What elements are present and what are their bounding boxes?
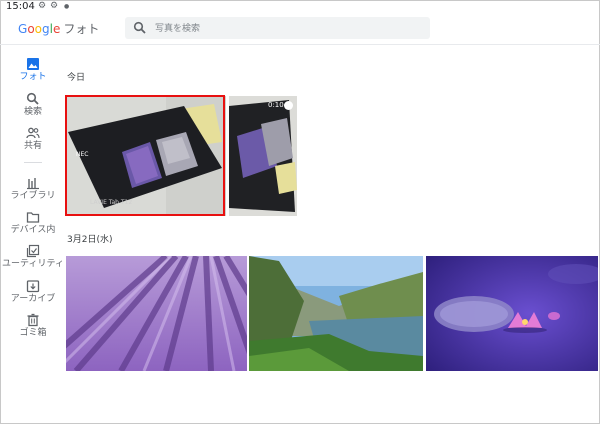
gear-icon: ⚙ — [50, 1, 59, 11]
sidebar-item-label: フォト — [19, 72, 47, 82]
sidebar-item-label: ゴミ箱 — [19, 328, 47, 338]
sidebar-item-archive[interactable]: アーカイブ — [0, 279, 66, 305]
video-duration: 0:10 — [268, 101, 284, 109]
photo-thumbnail[interactable]: NEC LAVIE Tab T12 — [66, 96, 226, 216]
logo-letter: o — [34, 22, 42, 36]
search-icon — [26, 92, 39, 105]
search-placeholder: 写真を検索 — [155, 24, 201, 34]
sidebar-item-library[interactable]: ライブラリ — [0, 176, 66, 202]
sidebar-item-label: 検索 — [23, 107, 42, 117]
logo-letter: g — [42, 22, 50, 36]
dot-icon: ● — [64, 3, 70, 10]
folder-icon — [26, 212, 40, 223]
sidebar-item-label: 共有 — [23, 141, 42, 151]
logo-letter: G — [18, 22, 28, 36]
app-bar: Google フォト 写真を検索 — [0, 14, 600, 44]
sidebar-item-label: ユーティリティ — [2, 259, 64, 269]
sidebar-item-label: アーカイブ — [10, 294, 56, 304]
app-logo[interactable]: Google フォト — [18, 20, 99, 37]
trash-icon — [27, 313, 39, 327]
video-thumbnail[interactable]: 0:10 — [229, 96, 297, 216]
lavender-field-image — [66, 256, 247, 371]
play-icon — [284, 101, 293, 110]
mountain-lake-image — [249, 256, 423, 371]
people-icon — [26, 127, 40, 139]
sidebar-item-on-device[interactable]: デバイス内 — [0, 210, 66, 236]
sidebar-item-label: デバイス内 — [10, 225, 56, 235]
sidebar: フォト 検索 共有 ライブラリ デバイス内 ユーティリティ アーカイブ ゴミ箱 — [0, 45, 66, 415]
search-icon — [133, 21, 146, 34]
box-model-text: LAVIE Tab T12 — [90, 199, 132, 206]
photo-thumbnail[interactable] — [66, 256, 247, 371]
box-brand-text: NEC — [76, 151, 88, 158]
lotus-image — [426, 256, 598, 371]
logo-letter: o — [27, 22, 35, 36]
utility-icon — [26, 244, 40, 258]
archive-icon — [26, 280, 40, 293]
logo-letter: e — [52, 22, 61, 36]
tablet-box-image: NEC LAVIE Tab T12 — [66, 96, 226, 216]
photo-thumbnail[interactable] — [426, 256, 598, 371]
sidebar-item-photos[interactable]: フォト — [0, 57, 66, 83]
sidebar-divider — [24, 162, 42, 163]
sidebar-item-trash[interactable]: ゴミ箱 — [0, 313, 66, 339]
status-bar: 15:04 ⚙ ⚙ ● — [0, 0, 600, 14]
photo-icon — [27, 58, 39, 70]
tablet-video-image — [229, 96, 297, 216]
photo-thumbnail[interactable] — [249, 256, 423, 371]
status-time: 15:04 — [6, 1, 35, 12]
app-product-name: フォト — [63, 22, 100, 36]
settings-icon: ⚙ — [38, 1, 47, 11]
sidebar-item-label: ライブラリ — [10, 191, 56, 201]
library-icon — [27, 178, 39, 190]
sidebar-item-search[interactable]: 検索 — [0, 92, 66, 118]
sidebar-item-utilities[interactable]: ユーティリティ — [0, 244, 66, 270]
section-title-date: 3月2日(水) — [67, 235, 113, 245]
header-divider — [0, 44, 600, 45]
section-title-today: 今日 — [67, 73, 86, 83]
sidebar-item-sharing[interactable]: 共有 — [0, 126, 66, 152]
search-bar[interactable]: 写真を検索 — [125, 17, 430, 39]
